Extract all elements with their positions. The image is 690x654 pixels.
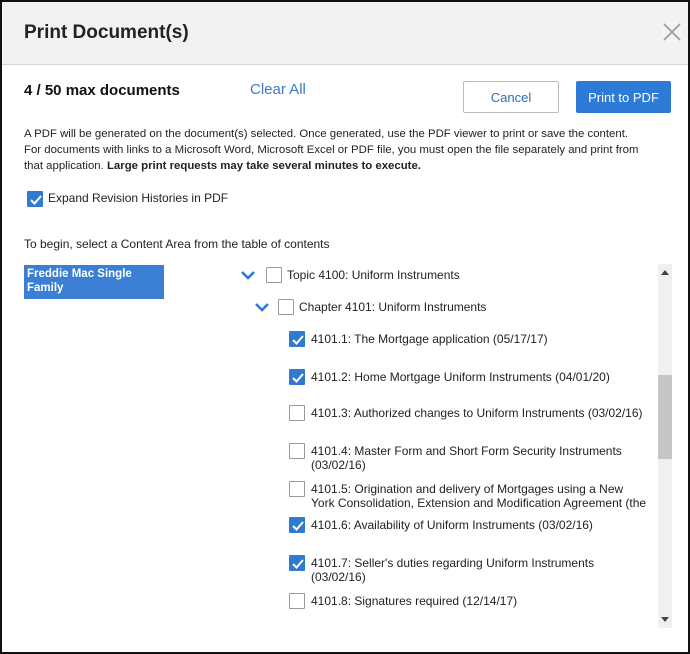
cancel-button[interactable]: Cancel <box>463 81 559 113</box>
checkmark-icon <box>30 195 42 205</box>
section-4101-5-line-1: 4101.5: Origination and delivery of Mort… <box>311 482 624 496</box>
print-documents-dialog: Print Document(s) 4 / 50 max documents C… <box>0 0 690 654</box>
info-line-2: For documents with links to a Microsoft … <box>24 144 639 156</box>
section-4101-5-line-2: York Consolidation, Extension and Modifi… <box>311 496 647 510</box>
section-label-4101-1[interactable]: 4101.1: The Mortgage application (05/17/… <box>311 332 548 346</box>
info-line-3: that application. Large print requests m… <box>24 158 674 174</box>
section-4101-4-line-2: (03/02/16) <box>311 458 366 472</box>
section-checkbox-4101-5[interactable] <box>289 481 305 497</box>
info-line-1: A PDF will be generated on the document(… <box>24 128 629 140</box>
section-4101-7-line-1: 4101.7: Seller's duties regarding Unifor… <box>311 556 595 570</box>
section-label-4101-6[interactable]: 4101.6: Availability of Uniform Instrume… <box>311 518 593 532</box>
section-4101-8-line-1: 4101.8: Signatures required (12/14/17) <box>311 594 518 608</box>
dialog-title: Print Document(s) <box>24 22 189 43</box>
chevron-down-icon[interactable] <box>255 299 269 312</box>
chapter-label[interactable]: Chapter 4101: Uniform Instruments <box>299 300 486 314</box>
expand-revision-checkbox[interactable] <box>27 191 43 207</box>
checkmark-icon <box>292 373 304 383</box>
chapter-checkbox[interactable] <box>278 299 294 315</box>
section-label-4101-4[interactable]: 4101.4: Master Form and Short Form Secur… <box>311 444 622 472</box>
section-checkbox-4101-2[interactable] <box>289 369 305 385</box>
expand-revision-label: Expand Revision Histories in PDF <box>48 191 229 205</box>
section-4101-4-line-1: 4101.4: Master Form and Short Form Secur… <box>311 444 622 458</box>
document-count: 4 / 50 max documents <box>24 82 180 99</box>
clear-all-link[interactable]: Clear All <box>250 81 306 98</box>
section-4101-2-line-1: 4101.2: Home Mortgage Uniform Instrument… <box>311 370 610 384</box>
section-label-4101-7[interactable]: 4101.7: Seller's duties regarding Unifor… <box>311 556 594 584</box>
chevron-down-icon[interactable] <box>241 267 255 280</box>
checkmark-icon <box>292 521 304 531</box>
section-label-4101-3[interactable]: 4101.3: Authorized changes to Uniform In… <box>311 406 643 420</box>
section-4101-6-line-1: 4101.6: Availability of Uniform Instrume… <box>311 518 593 532</box>
content-area-freddie-mac[interactable]: Freddie Mac Single Family <box>24 265 164 299</box>
section-4101-3-line-1: 4101.3: Authorized changes to Uniform In… <box>311 406 643 420</box>
print-to-pdf-button[interactable]: Print to PDF <box>576 81 671 113</box>
section-checkbox-4101-7[interactable] <box>289 555 305 571</box>
scrollbar-thumb[interactable] <box>658 375 672 459</box>
section-label-4101-8[interactable]: 4101.8: Signatures required (12/14/17) <box>311 594 517 608</box>
info-text: A PDF will be generated on the document(… <box>24 126 674 174</box>
begin-instruction: To begin, select a Content Area from the… <box>24 237 330 251</box>
section-checkbox-4101-1[interactable] <box>289 331 305 347</box>
checkmark-icon <box>292 559 304 569</box>
section-checkbox-4101-8[interactable] <box>289 593 305 609</box>
section-4101-7-line-2: (03/02/16) <box>311 570 366 584</box>
section-4101-1-line-1: 4101.1: The Mortgage application (05/17/… <box>311 332 548 346</box>
info-warning: Large print requests may take several mi… <box>106 160 421 172</box>
topic-checkbox[interactable] <box>266 267 282 283</box>
checkmark-icon <box>292 335 304 345</box>
dialog-header: Print Document(s) <box>2 2 688 65</box>
scroll-up-icon[interactable] <box>658 265 672 279</box>
topic-label[interactable]: Topic 4100: Uniform Instruments <box>287 268 460 282</box>
info-line-3-text: that application. <box>24 160 104 172</box>
section-checkbox-4101-6[interactable] <box>289 517 305 533</box>
section-label-4101-2[interactable]: 4101.2: Home Mortgage Uniform Instrument… <box>311 370 610 384</box>
section-checkbox-4101-3[interactable] <box>289 405 305 421</box>
scroll-down-icon[interactable] <box>658 613 672 627</box>
section-label-4101-5[interactable]: 4101.5: Origination and delivery of Mort… <box>311 482 646 510</box>
section-checkbox-4101-4[interactable] <box>289 443 305 459</box>
close-icon[interactable] <box>662 22 682 42</box>
